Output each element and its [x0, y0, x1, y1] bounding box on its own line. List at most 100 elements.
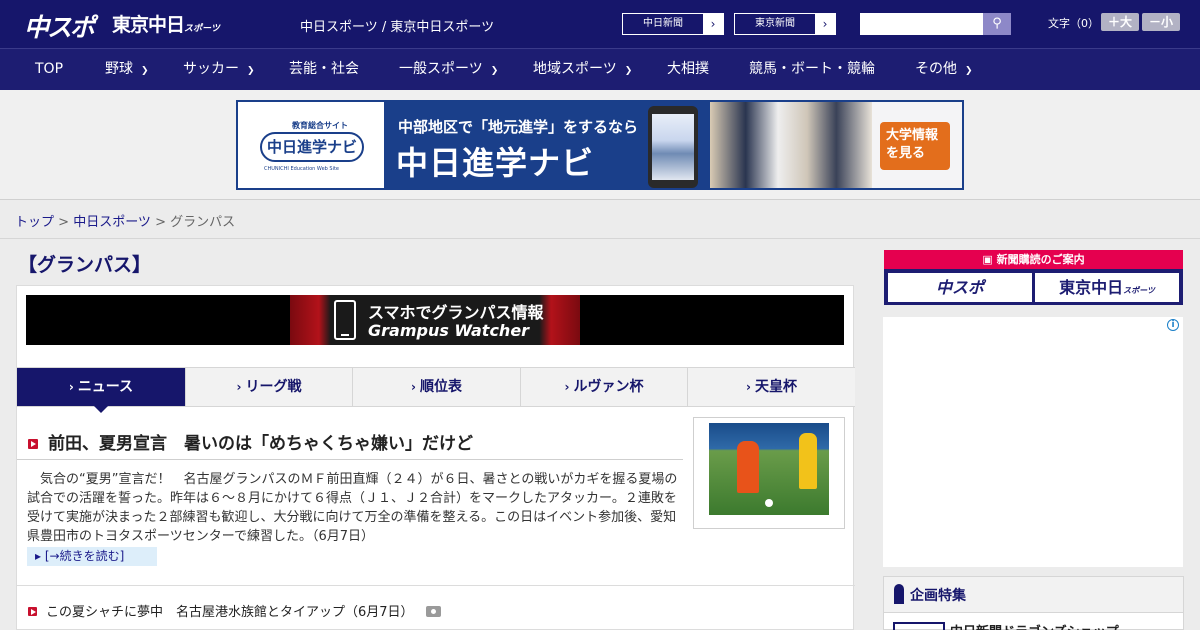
smartphone-icon — [334, 300, 356, 340]
banner-area: 教育総合サイト 中日進学ナビ CHUNICHI Education Web Si… — [0, 90, 1200, 200]
feature-thumb[interactable] — [893, 622, 945, 630]
nav-item-label: 野球 — [105, 61, 133, 77]
shingaku-navi-banner[interactable]: 教育総合サイト 中日進学ナビ CHUNICHI Education Web Si… — [236, 100, 964, 190]
breadcrumb: トップ > 中日スポーツ > グランパス — [15, 211, 235, 230]
nav-item-label: 競馬・ボート・競輪 — [749, 61, 875, 77]
newspaper-icon: ▣ — [982, 253, 997, 266]
list-item-title: この夏シャチに夢中 名古屋港水族館とタイアップ（6月7日） — [46, 605, 414, 620]
caret-right-icon: ▸ — [35, 549, 45, 563]
feature-head-text: 企画特集 — [910, 588, 966, 604]
divider — [0, 238, 1200, 239]
tab-label: リーグ戦 — [245, 379, 302, 395]
grampus-watcher-banner[interactable]: スマホでグランパス情報 Grampus Watcher — [26, 295, 844, 345]
chusupo-logo[interactable]: 中スポ — [24, 8, 95, 44]
feature-item-link[interactable]: 中日新聞ドラゴンズショップ — [950, 621, 1119, 630]
chevron-down-icon: ❯ — [247, 66, 255, 76]
subscription-head: ▣ 新聞購読のご案内 — [884, 250, 1183, 269]
search-button[interactable]: ⚲ — [983, 13, 1011, 35]
site-header: 中スポ 東京中日スポーツ 中日スポーツ / 東京中日スポーツ 中日新聞 › 東京… — [0, 0, 1200, 48]
lead-article-headline[interactable]: 前田、夏男宣言 暑いのは「めちゃくちゃ嫌い」だけど — [28, 429, 473, 454]
lead-headline-text: 前田、夏男宣言 暑いのは「めちゃくちゃ嫌い」だけど — [48, 434, 473, 454]
banner-cta-button[interactable]: 大学情報を見る — [880, 122, 950, 170]
page-title: 【グランパス】 — [18, 254, 152, 276]
feature-box: 企画特集 中日新聞ドラゴンズショップ — [883, 576, 1184, 630]
bullet-icon — [28, 607, 37, 616]
nav-item-racing[interactable]: 競馬・ボート・競輪 — [749, 49, 875, 91]
students-photo — [710, 102, 872, 188]
tab-label: ニュース — [77, 379, 134, 395]
nav-item-other[interactable]: その他 ❯ — [915, 49, 973, 91]
divider — [17, 585, 855, 586]
shingaku-navi-logo: 教育総合サイト 中日進学ナビ CHUNICHI Education Web Si… — [238, 102, 384, 188]
font-larger-button[interactable]: ＋大 — [1101, 13, 1139, 31]
nav-item-label: サッカー — [183, 61, 239, 77]
banner-title: 中日進学ナビ — [396, 144, 595, 182]
subscription-head-text: 新聞購読のご案内 — [996, 253, 1085, 266]
tab-league[interactable]: › リーグ戦 — [185, 368, 352, 406]
tokyo-chunichi-logo-text: 東京中日 — [112, 14, 185, 36]
font-size-label: 文字（0） — [1048, 17, 1099, 30]
divider — [17, 459, 683, 460]
tokyo-shimbun-label: 東京新聞 — [755, 18, 795, 29]
breadcrumb-top-link[interactable]: トップ — [15, 215, 54, 230]
tab-label: 天皇杯 — [754, 379, 797, 395]
list-item[interactable]: この夏シャチに夢中 名古屋港水族館とタイアップ（6月7日） — [28, 601, 441, 620]
banner-logo-tag: 教育総合サイト — [292, 121, 348, 130]
nav-item-label: 大相撲 — [667, 61, 709, 77]
news-content: スマホでグランパス情報 Grampus Watcher › ニュース › リーグ戦 … — [16, 285, 855, 630]
nav-item-soccer[interactable]: サッカー ❯ — [183, 49, 255, 91]
section-tabs: › ニュース › リーグ戦 › 順位表 › ルヴァン杯 › 天皇杯 — [17, 367, 855, 413]
tab-news[interactable]: › ニュース — [17, 368, 185, 413]
site-links[interactable]: 中日スポーツ / 東京中日スポーツ — [300, 16, 494, 35]
nav-item-label: 芸能・社会 — [289, 61, 359, 77]
chevron-right-icon: › — [815, 14, 835, 34]
read-more-link[interactable]: ▸ [→続きを読む] — [27, 547, 157, 566]
tokyo-chunichi-logo[interactable]: 東京中日スポーツ — [112, 10, 220, 37]
camera-icon — [425, 606, 441, 617]
breadcrumb-parent-link[interactable]: 中日スポーツ — [73, 215, 151, 230]
subscribe-tokyo-chunichi-button[interactable]: 東京中日スポーツ — [1035, 273, 1179, 302]
chevron-right-icon: › — [564, 380, 570, 394]
info-icon[interactable]: i — [1167, 319, 1179, 331]
subscribe-chusupo-button[interactable]: 中スポ — [888, 273, 1032, 302]
chevron-down-icon: ❯ — [965, 66, 973, 76]
nav-item-entertainment[interactable]: 芸能・社会 — [289, 49, 359, 91]
tab-label: 順位表 — [419, 379, 462, 395]
chevron-right-icon: › — [703, 14, 723, 34]
nav-item-label: 一般スポーツ — [399, 61, 483, 77]
chunichi-shimbun-link[interactable]: 中日新聞 › — [622, 13, 724, 35]
tab-emperors-cup[interactable]: › 天皇杯 — [687, 368, 855, 406]
tab-standings[interactable]: › 順位表 — [352, 368, 520, 406]
lead-article-body: 気合の“夏男”宣言だ！ 名古屋グランパスのＭＦ前田直輝（２４）が６日、暑さとの戦… — [27, 472, 678, 544]
chevron-down-icon: ❯ — [624, 66, 633, 76]
chevron-right-icon: › — [68, 380, 74, 394]
soccer-photo — [709, 423, 829, 515]
tokyo-shimbun-link[interactable]: 東京新聞 › — [734, 13, 836, 35]
tokyo-chunichi-logo-sub: スポーツ — [184, 24, 220, 34]
chevron-right-icon: › — [746, 380, 751, 394]
banner-lead: 中部地区で「地元進学」をするなら — [398, 118, 639, 136]
nav-item-general-sports[interactable]: 一般スポーツ ❯ — [399, 49, 498, 91]
chunichi-shimbun-label: 中日新聞 — [643, 18, 683, 29]
font-smaller-button[interactable]: －小 — [1142, 13, 1180, 31]
nav-item-top[interactable]: TOP — [35, 49, 63, 91]
chevron-down-icon: ❯ — [141, 66, 149, 76]
breadcrumb-sep: > — [54, 215, 74, 230]
nav-item-local-sports[interactable]: 地域スポーツ ❯ — [533, 49, 632, 91]
bullet-icon — [28, 439, 38, 449]
subscribe-tokyo-chunichi-sub: スポーツ — [1123, 285, 1155, 295]
breadcrumb-sep: > — [150, 215, 171, 230]
tab-label: ルヴァン杯 — [573, 379, 644, 395]
nav-item-label: 地域スポーツ — [533, 61, 617, 77]
nav-item-sumo[interactable]: 大相撲 — [667, 49, 709, 91]
ad-slot[interactable]: i — [883, 317, 1183, 567]
nav-item-baseball[interactable]: 野球 ❯ — [105, 49, 149, 91]
search-input[interactable] — [860, 13, 983, 35]
subscription-box: ▣ 新聞購読のご案内 中スポ 東京中日スポーツ — [884, 250, 1183, 305]
lead-article-photo[interactable] — [693, 417, 845, 529]
tab-levain-cup[interactable]: › ルヴァン杯 — [520, 368, 687, 406]
search-icon: ⚲ — [992, 16, 1002, 31]
subscribe-tokyo-chunichi-text: 東京中日 — [1059, 278, 1124, 297]
breadcrumb-current: グランパス — [170, 215, 236, 230]
gw-banner-line2: Grampus Watcher — [368, 321, 530, 340]
